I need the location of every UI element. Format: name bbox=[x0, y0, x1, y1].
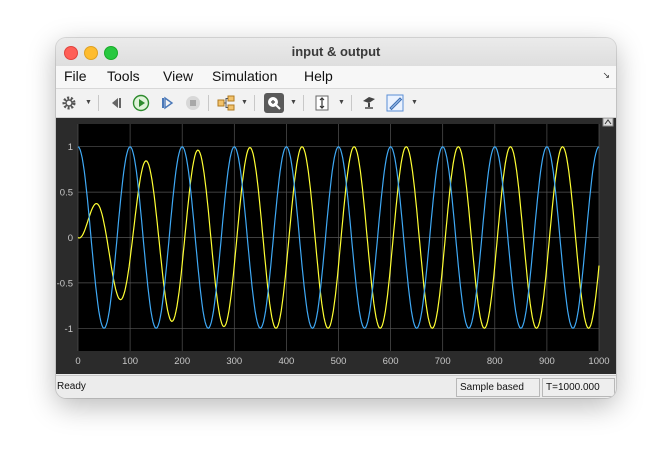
menu-simulation[interactable]: Simulation bbox=[212, 68, 277, 84]
x-tick-label: 600 bbox=[383, 356, 399, 367]
style-icon[interactable] bbox=[359, 93, 379, 113]
autoscale-icon[interactable] bbox=[312, 93, 332, 113]
status-mode: Sample based bbox=[460, 382, 524, 393]
scope-display: 0 100 200 300 400 500 600 700 800 900 1000 1 0.5 0 -0.… bbox=[56, 117, 616, 374]
status-time-box: T=1000.000 bbox=[542, 378, 615, 397]
status-ready: Ready bbox=[57, 381, 86, 392]
scope-window: input & output File Tools View Simulatio… bbox=[56, 38, 616, 398]
run-icon[interactable] bbox=[131, 93, 151, 113]
step-back-icon[interactable] bbox=[106, 93, 126, 113]
menu-bar: File Tools View Simulation Help ↘ bbox=[56, 66, 616, 88]
menu-collapse-icon[interactable]: ↘ bbox=[602, 70, 610, 81]
menu-view[interactable]: View bbox=[163, 68, 193, 84]
toolbar-separator bbox=[98, 95, 99, 111]
scope-plot: 0 100 200 300 400 500 600 700 800 900 1000 1 0.5 0 -0.… bbox=[56, 117, 616, 374]
toolbar-separator bbox=[254, 95, 255, 111]
x-tick-label: 500 bbox=[331, 356, 347, 367]
autoscale-dropdown-icon[interactable]: ▼ bbox=[338, 99, 345, 106]
gear-icon[interactable] bbox=[59, 93, 79, 113]
y-tick-label: -1 bbox=[65, 324, 73, 335]
toolbar-separator bbox=[351, 95, 352, 111]
window-title: input & output bbox=[291, 44, 381, 59]
highlight-icon[interactable] bbox=[385, 93, 405, 113]
x-tick-label: 1000 bbox=[588, 356, 609, 367]
x-tick-label: 200 bbox=[174, 356, 190, 367]
signal-selector-icon[interactable] bbox=[216, 93, 236, 113]
x-tick-label: 300 bbox=[226, 356, 242, 367]
menu-help[interactable]: Help bbox=[304, 68, 333, 84]
x-tick-label: 0 bbox=[75, 356, 80, 367]
x-tick-label: 100 bbox=[122, 356, 138, 367]
x-tick-label: 400 bbox=[278, 356, 294, 367]
y-tick-label: 0.5 bbox=[60, 188, 73, 199]
status-bar: Ready Sample based T=1000.000 bbox=[56, 375, 616, 398]
title-bar: input & output bbox=[56, 38, 616, 67]
x-tick-label: 700 bbox=[435, 356, 451, 367]
y-tick-label: 0 bbox=[68, 233, 73, 244]
y-tick-label: 1 bbox=[68, 142, 73, 153]
x-tick-label: 800 bbox=[487, 356, 503, 367]
toolbar-separator bbox=[208, 95, 209, 111]
y-tick-label: -0.5 bbox=[57, 278, 73, 289]
toolbar-separator bbox=[303, 95, 304, 111]
highlight-dropdown-icon[interactable]: ▼ bbox=[411, 99, 418, 106]
signal-dropdown-icon[interactable]: ▼ bbox=[241, 99, 248, 106]
status-mode-box: Sample based bbox=[456, 378, 540, 397]
menu-tools[interactable]: Tools bbox=[107, 68, 140, 84]
settings-dropdown-icon[interactable]: ▼ bbox=[85, 99, 92, 106]
stop-icon[interactable] bbox=[183, 93, 203, 113]
toolbar: ▼ ▼ ▼ ▼ ▼ bbox=[56, 88, 616, 118]
step-forward-icon[interactable] bbox=[157, 93, 177, 113]
x-tick-label: 900 bbox=[539, 356, 555, 367]
zoom-dropdown-icon[interactable]: ▼ bbox=[290, 99, 297, 106]
status-time: T=1000.000 bbox=[546, 382, 600, 393]
zoom-icon[interactable] bbox=[264, 93, 284, 113]
menu-file[interactable]: File bbox=[64, 68, 87, 84]
